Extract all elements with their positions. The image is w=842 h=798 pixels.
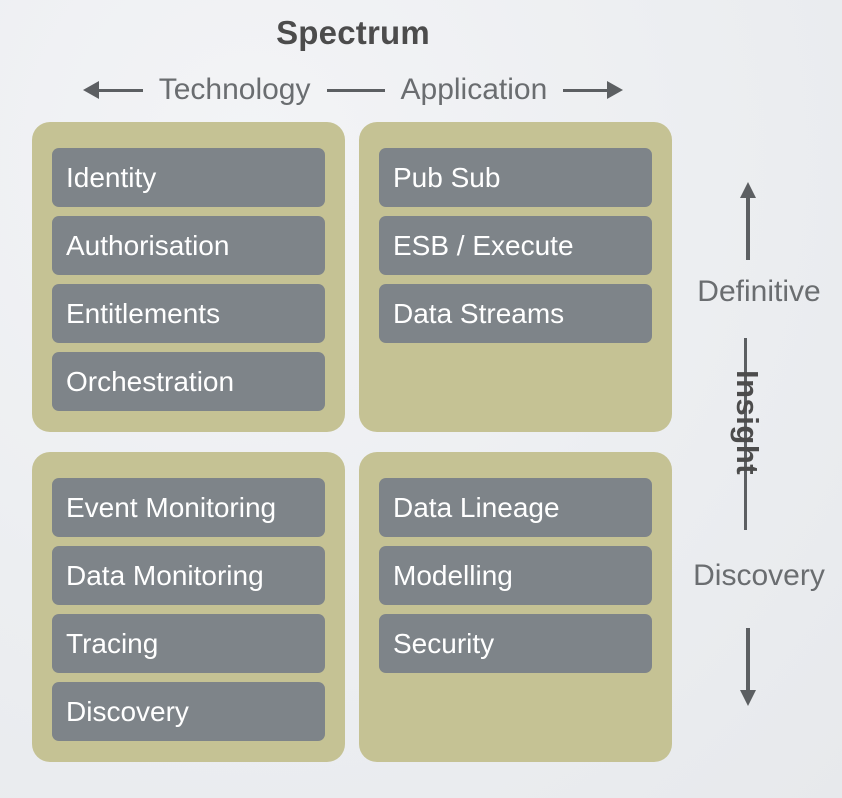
- page-title: Spectrum: [276, 14, 430, 51]
- capability-chip[interactable]: Discovery: [52, 682, 325, 741]
- capability-chip[interactable]: Identity: [52, 148, 325, 207]
- spectrum-axis: Technology Application: [0, 68, 706, 112]
- axis-label-definitive: Definitive: [697, 275, 821, 308]
- quadrant-grid: Identity Authorisation Entitlements Orch…: [32, 122, 672, 762]
- capability-chip[interactable]: ESB / Execute: [379, 216, 652, 275]
- capability-chip[interactable]: Authorisation: [52, 216, 325, 275]
- axis-label-technology: Technology: [158, 73, 311, 106]
- arrow-left-icon: [82, 81, 99, 99]
- capability-chip[interactable]: Security: [379, 614, 652, 673]
- capability-chip[interactable]: Pub Sub: [379, 148, 652, 207]
- arrow-up-shaft: [746, 196, 750, 260]
- quadrant-technology-discovery: Event Monitoring Data Monitoring Tracing…: [32, 452, 345, 762]
- axis-label-insight: Insight: [730, 370, 765, 476]
- capability-chip[interactable]: Event Monitoring: [52, 478, 325, 537]
- quadrant-application-definitive: Pub Sub ESB / Execute Data Streams: [359, 122, 672, 432]
- capability-chip[interactable]: Data Monitoring: [52, 546, 325, 605]
- insight-axis: Definitive Insight Discovery: [676, 122, 842, 762]
- arrow-down-head: [740, 690, 756, 706]
- axis-line-right: [563, 88, 608, 92]
- arrow-right-icon: [607, 81, 624, 99]
- quadrant-technology-definitive: Identity Authorisation Entitlements Orch…: [32, 122, 345, 432]
- axis-label-discovery: Discovery: [693, 559, 825, 592]
- arrow-up-icon: [738, 182, 758, 260]
- capability-chip[interactable]: Data Lineage: [379, 478, 652, 537]
- arrow-down-shaft: [746, 628, 750, 692]
- capability-chip[interactable]: Modelling: [379, 546, 652, 605]
- capability-chip[interactable]: Data Streams: [379, 284, 652, 343]
- quadrant-application-discovery: Data Lineage Modelling Security: [359, 452, 672, 762]
- arrow-down-icon: [738, 628, 758, 706]
- capability-chip[interactable]: Orchestration: [52, 352, 325, 411]
- axis-label-application: Application: [400, 73, 548, 106]
- capability-chip[interactable]: Tracing: [52, 614, 325, 673]
- capability-chip[interactable]: Entitlements: [52, 284, 325, 343]
- axis-line-left: [98, 88, 143, 92]
- axis-line-middle: [326, 88, 385, 92]
